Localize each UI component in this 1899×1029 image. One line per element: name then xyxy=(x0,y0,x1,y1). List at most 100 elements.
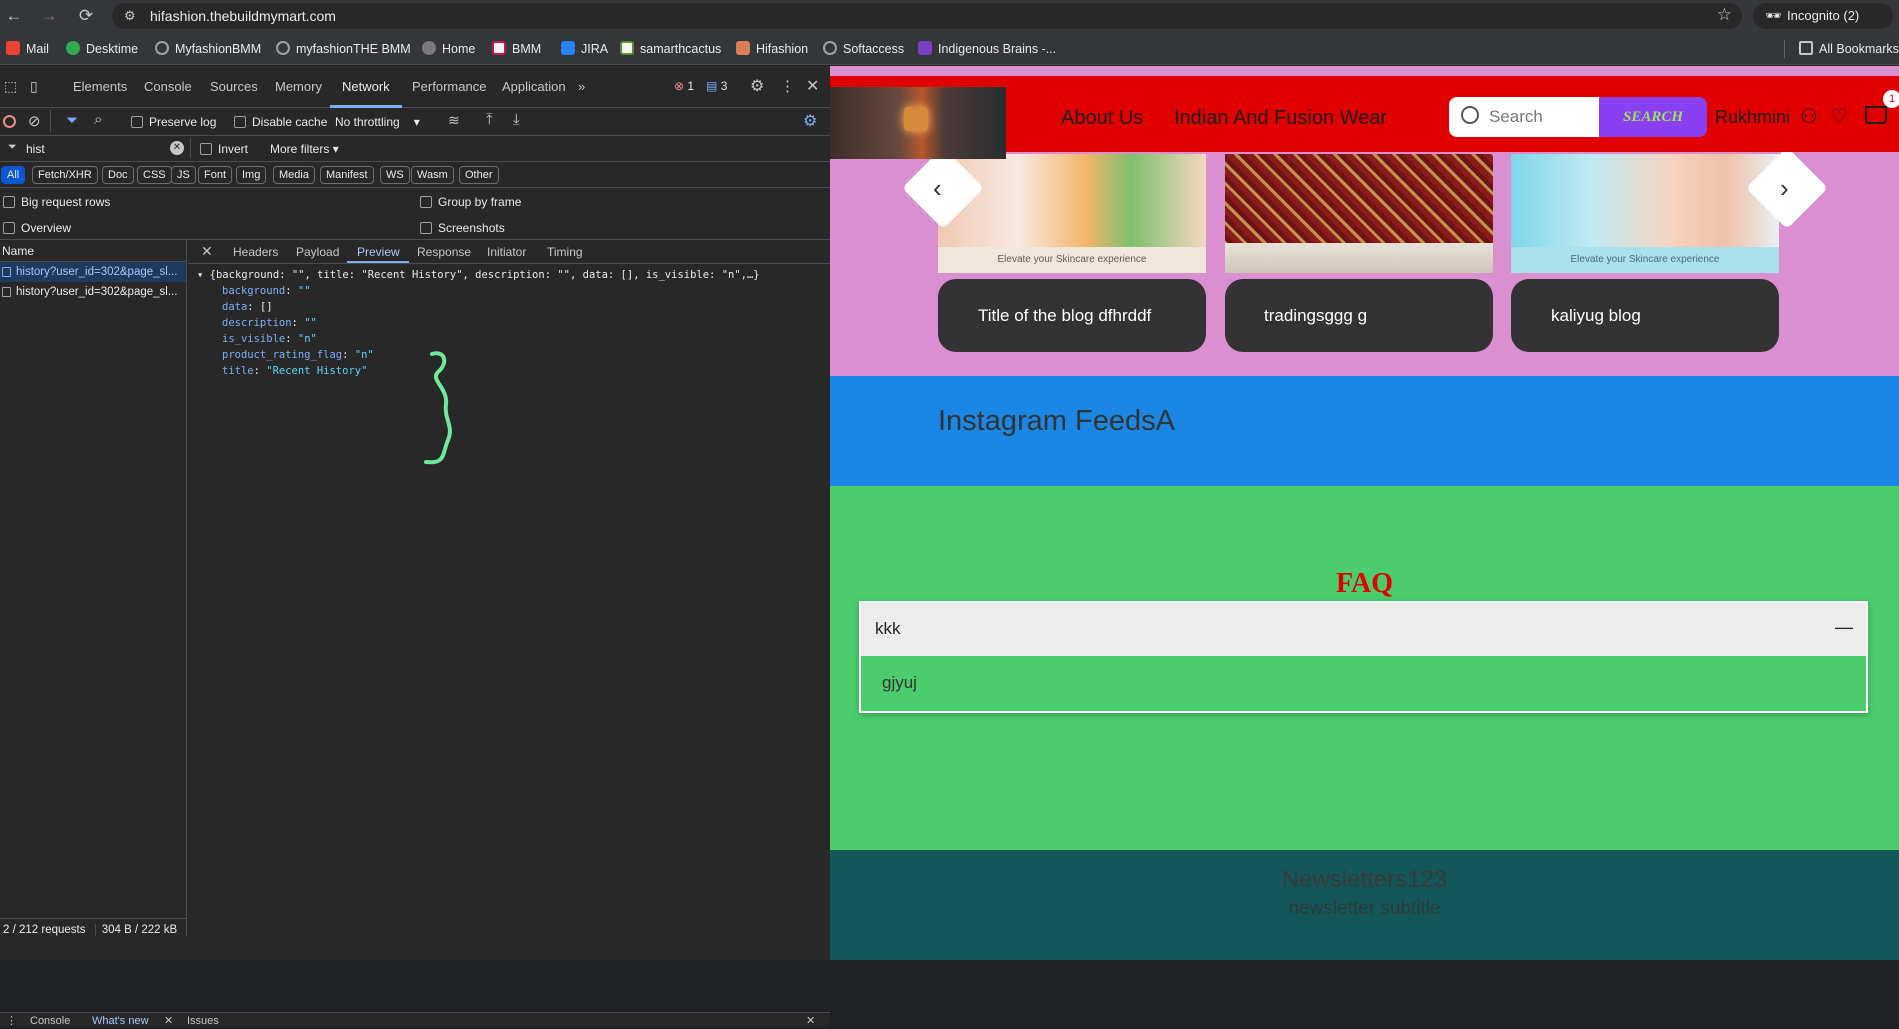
blog-image[interactable]: Elevate your Skincare experience xyxy=(1511,154,1779,273)
tab-application[interactable]: Application xyxy=(502,79,566,94)
device-toolbar-icon[interactable]: ▯ xyxy=(30,78,38,95)
record-icon[interactable] xyxy=(3,115,16,128)
chevron-left-icon[interactable]: ‹ xyxy=(933,170,942,206)
search-button[interactable]: SEARCH xyxy=(1599,97,1707,137)
type-filter-all[interactable]: All xyxy=(1,166,26,184)
back-icon[interactable]: ← xyxy=(3,5,25,27)
all-bookmarks[interactable]: All Bookmarks xyxy=(1784,40,1899,58)
throttling-select[interactable]: No throttling ▾ xyxy=(335,115,420,129)
collapse-minus-icon[interactable]: — xyxy=(1835,617,1853,638)
nav-indian-fusion-wear[interactable]: Indian And Fusion Wear xyxy=(1174,107,1387,130)
search-icon[interactable]: ⌕ xyxy=(94,111,102,128)
site-info-icon[interactable]: ⚙ xyxy=(124,6,144,26)
type-filter-font[interactable]: Font xyxy=(198,166,233,184)
close-details-icon[interactable]: ✕ xyxy=(201,243,213,260)
settings-gear-icon[interactable]: ⚙ xyxy=(750,76,764,96)
preserve-log-checkbox[interactable]: Preserve log xyxy=(131,115,216,129)
close-devtools-icon[interactable]: ✕ xyxy=(806,76,819,96)
more-tabs-icon[interactable]: » xyxy=(578,79,585,94)
blog-image[interactable] xyxy=(1225,154,1493,273)
blog-title-card[interactable]: kaliyug blog xyxy=(1511,279,1779,352)
user-account-icon[interactable]: ⚇ xyxy=(1800,104,1818,129)
tab-headers[interactable]: Headers xyxy=(233,245,278,259)
type-filter-other[interactable]: Other xyxy=(459,166,499,184)
bookmark-home[interactable]: Home xyxy=(422,40,475,58)
blog-title-card[interactable]: tradingsggg g xyxy=(1225,279,1493,352)
tab-memory[interactable]: Memory xyxy=(275,79,322,94)
user-name[interactable]: Rukhmini xyxy=(1715,107,1790,128)
bookmark-samarthcactus[interactable]: samarthcactus xyxy=(620,40,721,58)
close-drawer-icon[interactable]: ✕ xyxy=(806,1013,815,1029)
tab-performance[interactable]: Performance xyxy=(412,79,486,94)
address-bar[interactable]: ⚙ hifashion.thebuildmymart.com ☆ xyxy=(112,3,1742,29)
bookmark-star-icon[interactable]: ☆ xyxy=(1717,5,1732,25)
type-filter-js[interactable]: JS xyxy=(171,166,196,184)
invert-checkbox[interactable]: Invert xyxy=(200,142,248,156)
incognito-badge[interactable]: 🕶 Incognito (2) xyxy=(1753,3,1893,29)
blog-image[interactable]: Elevate your Skincare experience xyxy=(938,154,1206,273)
bookmark-softaccess[interactable]: Softaccess xyxy=(823,40,904,58)
json-summary[interactable]: ▾ {background: "", title: "Recent Histor… xyxy=(197,267,760,283)
bookmark-myfashionthebmm[interactable]: myfashionTHE BMM xyxy=(276,40,411,58)
screenshots-checkbox[interactable]: Screenshots xyxy=(420,221,505,235)
drawer-menu-icon[interactable]: ⋮ xyxy=(6,1013,17,1029)
type-filter-fetch-xhr[interactable]: Fetch/XHR xyxy=(32,166,98,184)
request-row[interactable]: history?user_id=302&page_sl... xyxy=(0,262,186,282)
search-input[interactable]: Search xyxy=(1449,97,1599,137)
type-filter-manifest[interactable]: Manifest xyxy=(320,166,374,184)
logo-banner-image[interactable] xyxy=(830,87,1006,159)
more-filters-dropdown[interactable]: More filters ▾ xyxy=(270,142,339,156)
faq-question-row[interactable]: kkk — xyxy=(861,603,1866,656)
drawer-tab-whats-new[interactable]: What's new xyxy=(92,1013,149,1029)
error-counter[interactable]: ⊗ 1 xyxy=(674,79,694,93)
bookmark-myfashionbmm[interactable]: MyfashionBMM xyxy=(155,40,261,58)
type-filter-media[interactable]: Media xyxy=(273,166,315,184)
close-drawer-tab-icon[interactable]: ✕ xyxy=(164,1013,173,1029)
name-column-header[interactable]: Name xyxy=(0,240,186,262)
request-row[interactable]: history?user_id=302&page_sl... xyxy=(0,282,186,302)
bookmark-hifashion[interactable]: Hifashion xyxy=(736,40,808,58)
disable-cache-checkbox[interactable]: Disable cache xyxy=(234,115,327,129)
clear-icon[interactable]: ⊘ xyxy=(28,112,41,130)
cart-icon[interactable] xyxy=(1865,106,1887,124)
bookmark-bmm[interactable]: BMM xyxy=(492,40,541,58)
kebab-menu-icon[interactable]: ⋮ xyxy=(780,77,795,95)
reload-icon[interactable]: ⟳ xyxy=(75,5,97,27)
nav-about-us[interactable]: About Us xyxy=(1061,107,1143,130)
type-filter-css[interactable]: CSS xyxy=(137,166,172,184)
type-filter-doc[interactable]: Doc xyxy=(102,166,134,184)
network-settings-icon[interactable]: ⚙ xyxy=(803,111,817,131)
type-filter-img[interactable]: Img xyxy=(236,166,267,184)
message-counter[interactable]: ▤ 3 xyxy=(706,79,727,93)
tab-console[interactable]: Console xyxy=(144,79,192,94)
tab-network[interactable]: Network xyxy=(342,79,390,94)
overview-checkbox[interactable]: Overview xyxy=(3,221,71,235)
tab-initiator[interactable]: Initiator xyxy=(487,245,526,259)
chevron-right-icon[interactable]: › xyxy=(1780,170,1789,206)
forward-icon[interactable]: → xyxy=(38,5,60,27)
type-filter-ws[interactable]: WS xyxy=(380,166,410,184)
tab-response[interactable]: Response xyxy=(417,245,471,259)
tab-timing[interactable]: Timing xyxy=(547,245,583,259)
group-by-frame-checkbox[interactable]: Group by frame xyxy=(420,195,521,209)
drawer-tab-console[interactable]: Console xyxy=(30,1013,70,1029)
wishlist-heart-icon[interactable]: ♡ xyxy=(1830,104,1848,129)
bookmark-desktime[interactable]: Desktime xyxy=(66,40,138,58)
drawer-tab-issues[interactable]: Issues xyxy=(187,1013,219,1029)
tab-elements[interactable]: Elements xyxy=(73,79,127,94)
tab-sources[interactable]: Sources xyxy=(210,79,258,94)
filter-input[interactable]: hist xyxy=(26,142,176,156)
filter-icon[interactable]: ⏷ xyxy=(66,112,78,129)
blog-title-card[interactable]: Title of the blog dfhrddf xyxy=(938,279,1206,352)
export-har-icon[interactable]: ⤓ xyxy=(513,111,520,128)
import-har-icon[interactable]: ⤒ xyxy=(486,111,493,128)
clear-filter-icon[interactable]: ✕ xyxy=(170,141,184,155)
bookmark-mail[interactable]: Mail xyxy=(6,40,49,58)
type-filter-wasm[interactable]: Wasm xyxy=(411,166,454,184)
tab-preview[interactable]: Preview xyxy=(357,245,400,259)
tab-payload[interactable]: Payload xyxy=(296,245,339,259)
bookmark-indigenous-brains[interactable]: Indigenous Brains -... xyxy=(918,40,1056,58)
inspect-element-icon[interactable]: ⬚ xyxy=(4,78,17,95)
big-request-rows-checkbox[interactable]: Big request rows xyxy=(3,195,110,209)
network-conditions-icon[interactable]: ≋ xyxy=(448,112,460,129)
